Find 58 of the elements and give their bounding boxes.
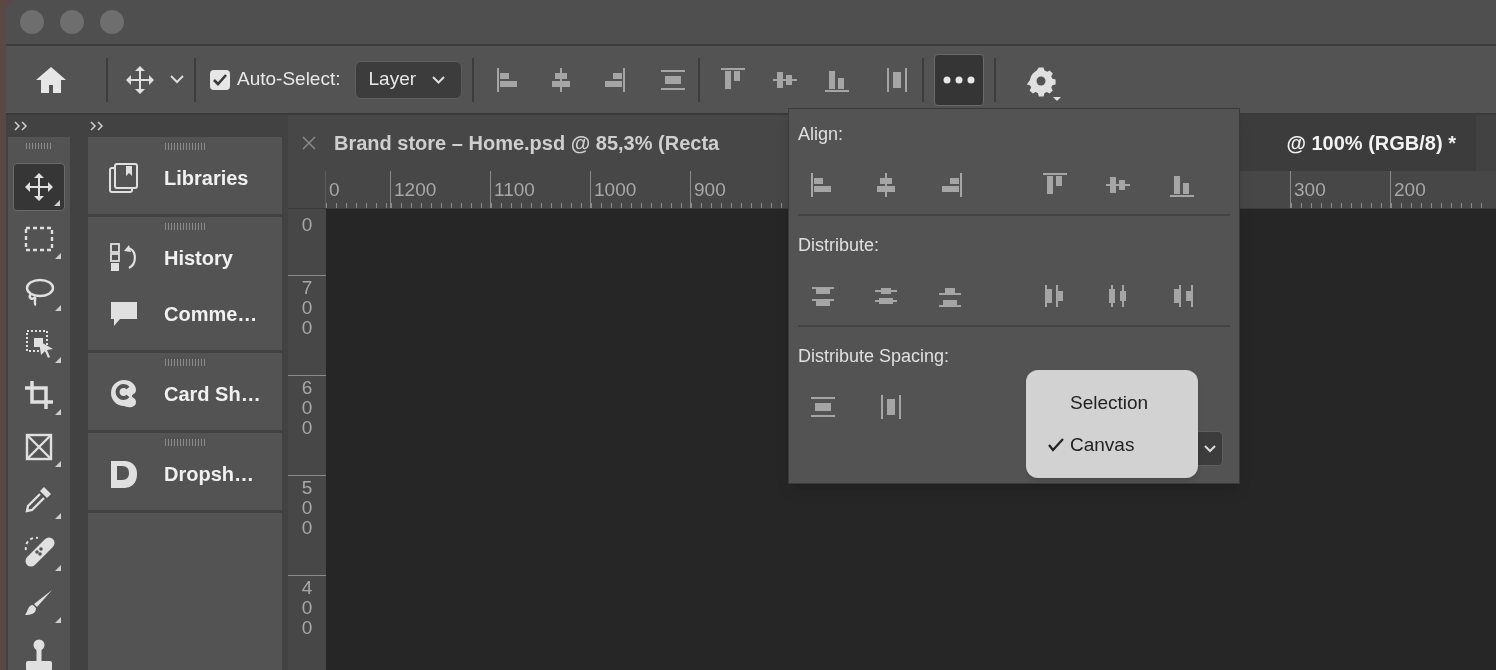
ruler-label: 900: [694, 179, 726, 200]
flyout-triangle-icon: [55, 513, 61, 519]
panel-tab[interactable]: Comme…: [88, 286, 282, 342]
collapse-icon[interactable]: [14, 121, 30, 131]
menu-item[interactable]: Canvas: [1026, 431, 1198, 460]
healing-brush-tool-icon: [23, 535, 55, 567]
frame-tool-icon: [23, 431, 55, 463]
collapse-icon[interactable]: [90, 121, 106, 131]
ruler-label: 300: [1294, 179, 1326, 200]
ruler-label: 0: [300, 215, 314, 237]
flyout-triangle-icon: [54, 200, 60, 206]
panel-tab[interactable]: Dropsh…: [88, 446, 282, 502]
section-title: Distribute Spacing:: [798, 345, 951, 368]
ruler-label: 1200: [394, 179, 437, 200]
libraries-icon: [108, 162, 140, 194]
ruler-label: 500: [300, 478, 314, 540]
ruler-label: 700: [300, 278, 314, 340]
move-tool-icon[interactable]: [124, 63, 156, 96]
ruler-label: 600: [300, 378, 314, 440]
flyout-triangle-icon: [55, 565, 61, 571]
ruler-label: 200: [1394, 179, 1426, 200]
flyout-triangle-icon: [55, 617, 61, 623]
flyout-triangle-icon: [55, 461, 61, 467]
chevron-down-icon: [1204, 444, 1216, 453]
more-icon: [942, 75, 975, 84]
object-selection-tool-icon: [23, 327, 55, 359]
ruler-label: 1100: [494, 179, 535, 200]
tool-button[interactable]: [13, 163, 65, 211]
more-options-button[interactable]: [933, 53, 984, 106]
flyout-triangle-icon: [55, 409, 61, 415]
menu-item[interactable]: Selection: [1026, 388, 1198, 417]
panel-tab[interactable]: Libraries: [88, 150, 282, 206]
move-tool-icon: [23, 171, 55, 203]
ruler-label: 400: [300, 578, 314, 640]
panel-tab[interactable]: Card Sh…: [88, 366, 282, 422]
auto-select-checkbox[interactable]: [210, 69, 230, 90]
section-title: Align:: [798, 123, 845, 146]
flyout-triangle-icon: [55, 357, 61, 363]
section-title: Distribute:: [798, 234, 881, 257]
flyout-triangle-icon: [55, 305, 61, 311]
target-dropdown[interactable]: Layer: [354, 60, 462, 99]
spacing-dropdown[interactable]: [1197, 431, 1223, 466]
home-icon[interactable]: [34, 64, 68, 95]
window-minimize-button[interactable]: [60, 10, 84, 34]
letter-d-icon: [108, 458, 140, 490]
flyout-triangle-icon: [55, 253, 61, 259]
settings-icon[interactable]: [1025, 65, 1062, 102]
ruler-label: 0: [329, 179, 340, 200]
chevron-down-icon[interactable]: [170, 75, 184, 84]
panel-tab[interactable]: History: [88, 230, 282, 286]
ruler-label: 1000: [594, 179, 637, 200]
window-zoom-button[interactable]: [100, 10, 124, 34]
chevron-down-icon: [432, 75, 446, 84]
close-icon[interactable]: [302, 136, 316, 150]
window-close-button[interactable]: [20, 10, 44, 34]
crop-tool-icon: [23, 379, 55, 411]
auto-select-label: Auto-Select:: [237, 67, 341, 92]
stamp-tool-icon: [23, 639, 55, 670]
